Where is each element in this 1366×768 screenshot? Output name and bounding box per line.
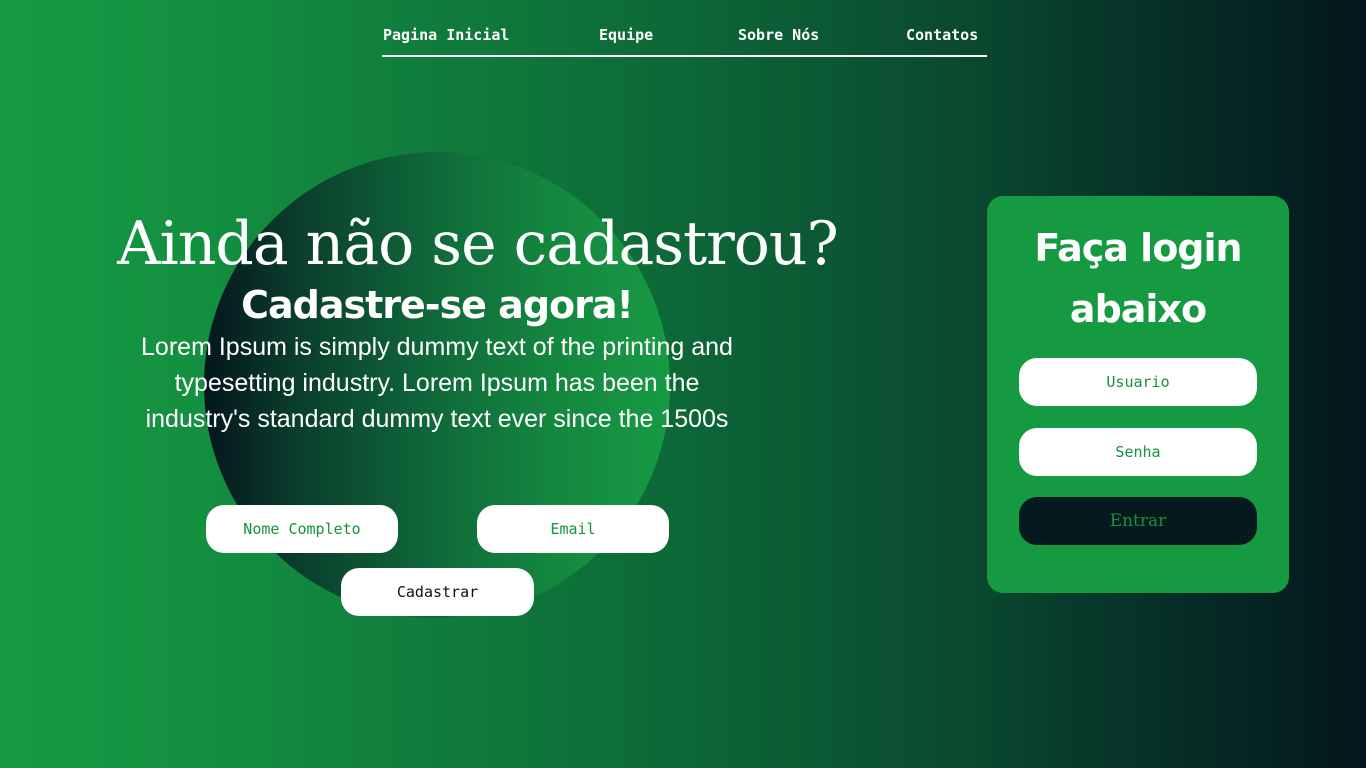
nav-link-about[interactable]: Sobre Nós <box>738 26 819 44</box>
nav-link-contacts[interactable]: Contatos <box>906 26 978 44</box>
password-input[interactable] <box>1019 428 1257 476</box>
login-button[interactable]: Entrar <box>1019 497 1257 545</box>
hero-title: Ainda não se cadastrou? <box>117 209 838 279</box>
username-input[interactable] <box>1019 358 1257 406</box>
login-title: Faça login abaixo <box>1034 226 1242 331</box>
login-card: Faça login abaixo Entrar <box>987 196 1289 593</box>
email-input[interactable] <box>477 505 669 553</box>
nav-link-home[interactable]: Pagina Inicial <box>383 26 509 44</box>
nav-link-team[interactable]: Equipe <box>599 26 653 44</box>
main-nav: Pagina Inicial Equipe Sobre Nós Contatos <box>382 22 987 57</box>
full-name-input[interactable] <box>206 505 398 553</box>
hero-description: Lorem Ipsum is simply dummy text of the … <box>141 333 733 433</box>
hero-subtitle: Cadastre-se agora! <box>241 283 634 327</box>
register-button[interactable]: Cadastrar <box>341 568 534 616</box>
